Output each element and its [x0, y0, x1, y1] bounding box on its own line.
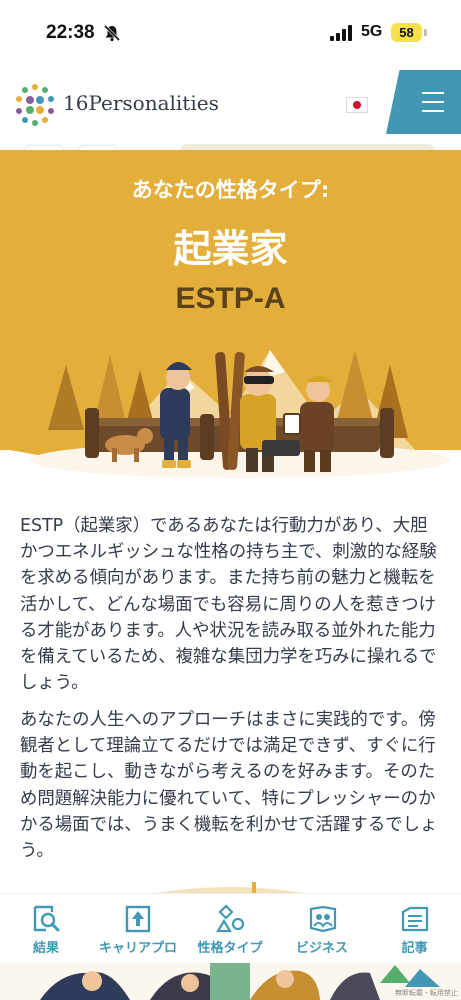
top-navbar: 16Personalities	[0, 64, 461, 142]
japan-flag-icon[interactable]	[346, 97, 368, 113]
logo-icon[interactable]	[12, 82, 58, 128]
tab-label: 記事	[401, 941, 428, 956]
copyright-note: 無断転載・転用禁止	[395, 989, 458, 997]
articles-icon	[401, 906, 429, 932]
bottom-tab-bar: 結果 キャリアプロ 性格タイプ ビジネス 記事	[0, 893, 461, 964]
description-paragraph-1: ESTP（起業家）であるあなたは行動力があり、大胆かつエネルギッシュな性格の持ち…	[20, 516, 437, 694]
type-label: あなたの性格タイプ:	[131, 178, 330, 202]
tab-career[interactable]: キャリアプロ	[92, 894, 184, 964]
tab-label: 性格タイプ	[197, 941, 263, 956]
bell-muted-icon	[103, 24, 121, 42]
brand-name[interactable]: 16Personalities	[63, 91, 219, 115]
entrepreneur-illustration	[30, 350, 450, 478]
type-code: ESTP-A	[175, 282, 286, 315]
personality-types-icon	[216, 904, 245, 933]
tab-label: 結果	[32, 941, 59, 956]
tab-personality-types[interactable]: 性格タイプ	[184, 894, 276, 964]
battery-cap	[424, 29, 427, 36]
tab-articles[interactable]: 記事	[368, 894, 461, 964]
status-bar: 22:38 5G 58	[0, 0, 461, 64]
type-title: 起業家	[173, 227, 288, 271]
tab-label: ビジネス	[295, 941, 348, 956]
battery-indicator: 58	[391, 23, 422, 42]
hamburger-menu-button[interactable]	[386, 70, 461, 134]
tab-label: キャリアプロ	[98, 941, 177, 956]
career-icon	[125, 905, 151, 933]
tab-business[interactable]: ビジネス	[276, 894, 368, 964]
signal-icon	[330, 25, 352, 41]
clock: 22:38	[46, 22, 95, 43]
network-type: 5G	[361, 23, 383, 40]
footer-illustration	[0, 963, 461, 1000]
business-icon	[309, 905, 337, 933]
description-paragraph-2: あなたの人生へのアプローチはまさに実践的です。傍観者として理論立てるだけでは満足…	[20, 710, 438, 862]
next-section-preview	[150, 882, 310, 894]
search-results-icon	[33, 905, 60, 932]
tab-results[interactable]: 結果	[0, 894, 92, 964]
